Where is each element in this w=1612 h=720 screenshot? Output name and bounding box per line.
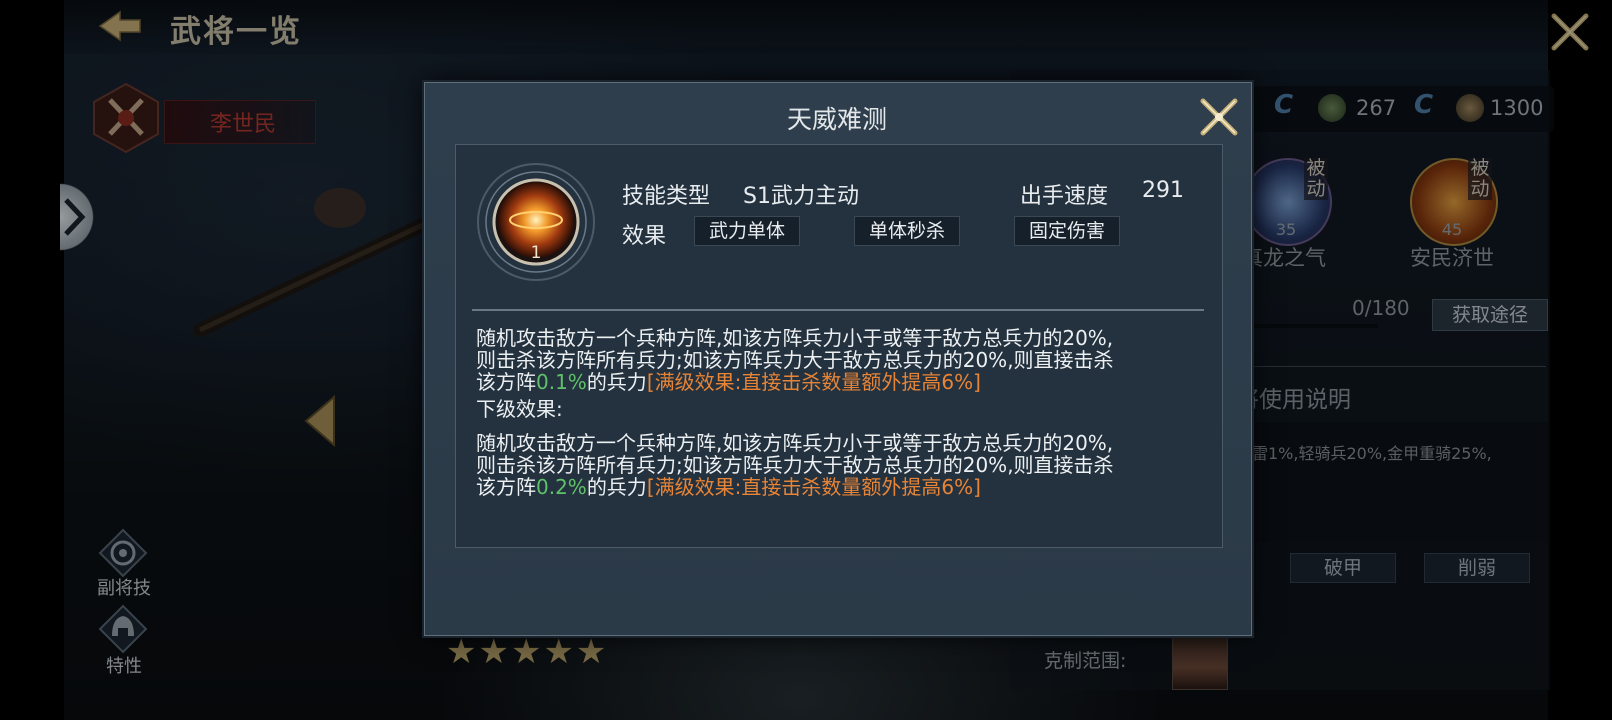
- skill-vortex-icon: [477, 163, 595, 281]
- skill-description-next: 随机攻击敌方一个兵种方阵,如该方阵兵力小于或等于敌方总兵力的20%, 则击杀该方…: [476, 432, 1196, 498]
- skill-description-current: 随机攻击敌方一个兵种方阵,如该方阵兵力小于或等于敌方总兵力的20%, 则击杀该方…: [476, 327, 1196, 393]
- desc-line: 随机攻击敌方一个兵种方阵,如该方阵兵力小于或等于敌方总兵力的20%,: [476, 326, 1114, 350]
- effect-tag: 固定伤害: [1014, 216, 1120, 246]
- kill-percent: 0.2%: [536, 475, 587, 499]
- effect-tag: 单体秒杀: [854, 216, 960, 246]
- next-level-label: 下级效果:: [476, 397, 563, 421]
- max-level-bonus: [满级效果:直接击杀数量额外提高6%]: [646, 475, 981, 499]
- skill-level-number: 1: [530, 243, 542, 263]
- desc-line: 则击杀该方阵所有兵力;如该方阵兵力大于敌方总兵力的20%,则直接击杀: [476, 453, 1114, 477]
- desc-line: 该方阵0.2%的兵力[满级效果:直接击杀数量额外提高6%]: [476, 475, 981, 499]
- attack-speed-label: 出手速度: [1020, 184, 1109, 209]
- attack-speed-value: 291: [1142, 178, 1184, 203]
- modal-divider: [472, 309, 1204, 311]
- effect-tag: 武力单体: [694, 216, 800, 246]
- skill-type-value: S1武力主动: [743, 184, 859, 209]
- kill-percent: 0.1%: [536, 370, 587, 394]
- close-icon[interactable]: [1198, 96, 1240, 138]
- skill-type-label: 技能类型: [622, 184, 711, 209]
- desc-line: 该方阵0.1%的兵力[满级效果:直接击杀数量额外提高6%]: [476, 370, 981, 394]
- desc-line: 随机攻击敌方一个兵种方阵,如该方阵兵力小于或等于敌方总兵力的20%,: [476, 431, 1114, 455]
- effect-label: 效果: [622, 224, 667, 249]
- max-level-bonus: [满级效果:直接击杀数量额外提高6%]: [646, 370, 981, 394]
- desc-line: 则击杀该方阵所有兵力;如该方阵兵力大于敌方总兵力的20%,则直接击杀: [476, 348, 1114, 372]
- modal-title: 天威难测: [786, 105, 887, 134]
